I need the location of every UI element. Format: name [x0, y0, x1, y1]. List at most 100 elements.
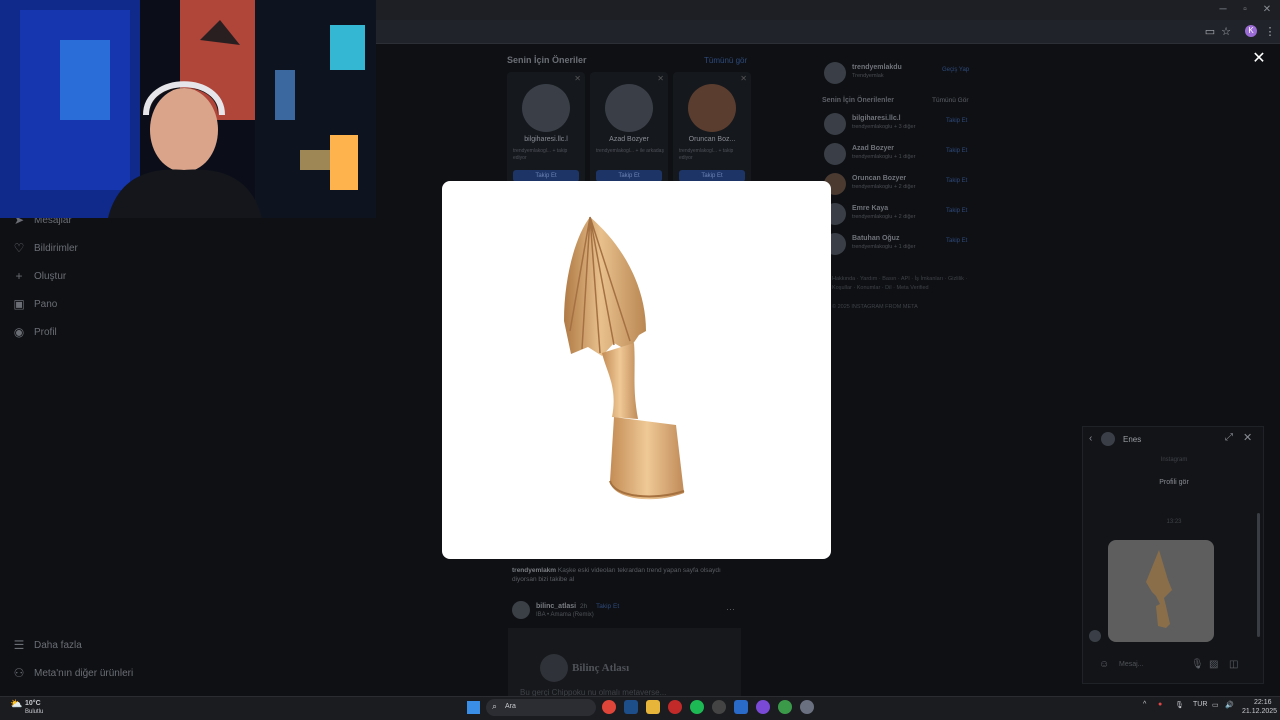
kebab-menu-icon[interactable]: ⋮	[1262, 24, 1278, 40]
avatar-icon: ◉	[13, 325, 25, 339]
avatar[interactable]	[824, 113, 846, 135]
back-icon[interactable]: ‹	[1089, 433, 1092, 444]
suggestion-card: ✕ Azad Bozyer trendyemlakogl... + ile ar…	[590, 72, 668, 184]
follow-link[interactable]: Takip Et	[946, 118, 967, 124]
microphone-icon[interactable]: 🎙	[1175, 701, 1184, 709]
app-icon[interactable]	[734, 700, 748, 714]
row-name[interactable]: bilgiharesi.llc.l	[852, 115, 901, 122]
image-lightbox	[442, 181, 831, 559]
windows-taskbar	[0, 696, 1280, 720]
juicer-thumbnail	[1146, 550, 1172, 628]
card-name[interactable]: bilgiharesi.llc.l	[507, 136, 585, 143]
maximize-icon[interactable]: ▫	[1234, 2, 1256, 18]
row-name[interactable]: Batuhan Oğuz	[852, 235, 899, 242]
avatar[interactable]	[512, 601, 530, 619]
post-media[interactable]: Bilinç Atlası Bu gerçi Chippoku nu olmal…	[508, 628, 741, 697]
dismiss-icon[interactable]: ✕	[657, 74, 664, 83]
post-audio[interactable]: IBA • Amama (Remix)	[536, 612, 594, 618]
settings-icon[interactable]	[800, 700, 814, 714]
weather-temp[interactable]: 10°C	[25, 700, 41, 707]
card-name[interactable]: Oruncan Boz...	[673, 136, 751, 143]
tray-app-icon[interactable]: ●	[1158, 701, 1162, 708]
row-name[interactable]: Emre Kaya	[852, 205, 888, 212]
image-icon[interactable]: ▨	[1209, 659, 1218, 670]
app-icon[interactable]	[756, 700, 770, 714]
right-see-all-link[interactable]: Tümünü Gör	[932, 97, 969, 104]
folder-icon[interactable]	[646, 700, 660, 714]
emoji-icon[interactable]: ☺	[1099, 659, 1109, 670]
post-user[interactable]: bilinc_atlasi	[536, 603, 576, 610]
follow-link[interactable]: Takip Et	[946, 238, 967, 244]
app-icon[interactable]	[778, 700, 792, 714]
card-sub: trendyemlakogl... + takip ediyor	[679, 148, 734, 161]
post-time: 2h	[580, 603, 588, 610]
microphone-icon[interactable]: 🎙	[1191, 659, 1204, 670]
caption-user[interactable]: trendyemlakm	[512, 567, 556, 574]
suggestion-card: ✕ bilgiharesi.llc.l trendyemlakogl... + …	[507, 72, 585, 184]
list-item: Oruncan Bozyer trendyemlakoglu + 2 diğer T…	[824, 173, 974, 195]
window-close-icon[interactable]: ✕	[1256, 2, 1278, 18]
row-name[interactable]: Oruncan Bozyer	[852, 175, 906, 182]
avatar[interactable]	[605, 84, 653, 132]
close-icon[interactable]: ✕	[1250, 50, 1268, 68]
chat-image-message[interactable]	[1108, 540, 1214, 642]
clock-date[interactable]: 21.12.2025	[1242, 708, 1277, 715]
see-all-link[interactable]: Tümünü gör	[704, 56, 747, 65]
follow-link[interactable]: Takip Et	[946, 178, 967, 184]
sidebar-item-more[interactable]: ☰ Daha fazla	[12, 636, 82, 654]
chevron-up-icon[interactable]: ^	[1143, 701, 1146, 708]
spotify-icon[interactable]	[690, 700, 704, 714]
steam-icon[interactable]	[624, 700, 638, 714]
sidebar-item-create[interactable]: + Oluştur	[12, 267, 66, 285]
row-sub: trendyemlakoglu + 3 diğer	[852, 124, 916, 130]
close-chat-icon[interactable]: ✕	[1243, 431, 1252, 444]
chat-name[interactable]: Enes	[1123, 435, 1141, 444]
message-input[interactable]: Mesaj...	[1119, 661, 1144, 668]
language-indicator[interactable]: TUR	[1193, 701, 1207, 708]
clock-time[interactable]: 22:16	[1254, 699, 1272, 706]
weather-icon[interactable]: ⛅	[10, 699, 22, 710]
obs-icon[interactable]	[712, 700, 726, 714]
sidebar-item-notifications[interactable]: ♡ Bildirimler	[12, 239, 78, 257]
chrome-icon[interactable]	[602, 700, 616, 714]
follow-link[interactable]: Takip Et	[596, 603, 619, 610]
search-icon: ⌕	[492, 701, 498, 711]
sidebar-item-meta[interactable]: ⚇ Meta'nın diğer ürünleri	[12, 664, 134, 682]
weather-desc[interactable]: Bulutlu	[25, 709, 43, 715]
chat-time: 13:23	[1166, 519, 1182, 525]
avatar[interactable]	[688, 84, 736, 132]
sidebar-item-label: Daha fazla	[34, 639, 82, 651]
avatar[interactable]	[824, 62, 846, 84]
volume-icon[interactable]: 🔊	[1225, 701, 1234, 709]
bookmark-star-icon[interactable]: ☆	[1218, 24, 1234, 40]
browser-profile-avatar[interactable]: K	[1245, 25, 1257, 37]
webcam-feed	[0, 0, 376, 218]
card-sub: trendyemlakogl... + takip ediyor	[513, 148, 568, 161]
avatar[interactable]	[824, 143, 846, 165]
avatar[interactable]	[522, 84, 570, 132]
minimize-icon[interactable]: ─	[1212, 2, 1234, 18]
follow-link[interactable]: Takip Et	[946, 148, 967, 154]
view-profile-button[interactable]: Profili gör	[1083, 479, 1265, 486]
expand-icon[interactable]: ⤢	[1225, 432, 1233, 443]
card-name[interactable]: Azad Bozyer	[590, 136, 668, 143]
scrollbar[interactable]	[1257, 513, 1260, 637]
avatar[interactable]	[1101, 432, 1115, 446]
account-name[interactable]: trendyemlakdu	[852, 64, 902, 71]
opera-icon[interactable]	[668, 700, 682, 714]
more-options-icon[interactable]: ⋯	[726, 604, 735, 615]
windows-start-icon[interactable]	[467, 701, 480, 714]
dismiss-icon[interactable]: ✕	[740, 74, 747, 83]
footer-links[interactable]: Hakkında · Yardım · Basın · API · İş İmk…	[832, 275, 968, 293]
switch-account-link[interactable]: Geçiş Yap	[942, 67, 969, 73]
network-icon[interactable]: ▭	[1212, 701, 1219, 709]
sidebar-item-profile[interactable]: ◉ Profil	[12, 323, 57, 341]
row-sub: trendyemlakoglu + 2 diğer	[852, 184, 916, 190]
taskbar-search[interactable]: ⌕ Ara	[486, 699, 596, 716]
cast-icon[interactable]: ▭	[1202, 24, 1218, 40]
sidebar-item-dashboard[interactable]: ▣ Pano	[12, 295, 57, 313]
sticker-icon[interactable]: ◫	[1229, 659, 1238, 670]
follow-link[interactable]: Takip Et	[946, 208, 967, 214]
row-name[interactable]: Azad Bozyer	[852, 145, 894, 152]
dismiss-icon[interactable]: ✕	[574, 74, 581, 83]
